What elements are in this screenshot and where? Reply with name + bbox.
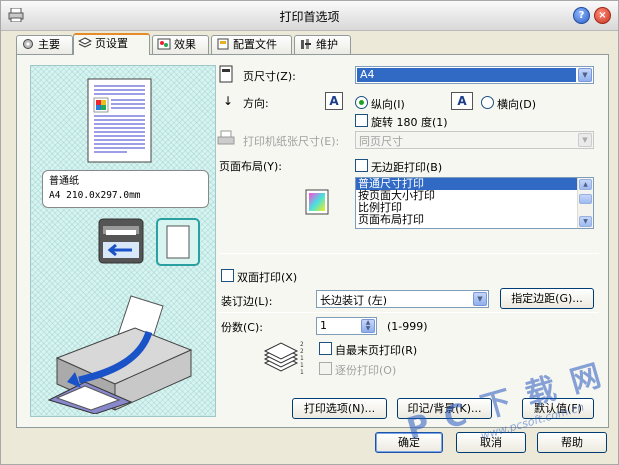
copies-stepper[interactable]: 1 ▲ ▼ <box>316 317 377 335</box>
tab-page-setup[interactable]: 页设置 <box>73 33 150 55</box>
paper-orientation-icon <box>156 218 200 266</box>
page-preview-icon <box>87 78 152 163</box>
list-scrollbar[interactable]: ▲ ▼ <box>577 178 593 228</box>
scroll-down-icon[interactable]: ▼ <box>579 216 592 227</box>
effects-icon <box>157 38 171 50</box>
help-title-button[interactable]: ? <box>573 7 590 24</box>
gear-icon <box>23 39 33 49</box>
printer-paper-size-label: 打印机纸张尺寸(E): <box>243 135 340 148</box>
tab-label: 效果 <box>174 38 196 51</box>
tab-maintenance[interactable]: 维护 <box>294 35 351 54</box>
tab-label: 配置文件 <box>233 38 277 51</box>
page-size-label: 页尺寸(Z): <box>243 70 296 83</box>
page-layout-list[interactable]: 普通尺寸打印 按页面大小打印 比例打印 页面布局打印 ▲ ▼ <box>355 177 594 229</box>
orientation-label: 方向: <box>243 97 269 110</box>
stepper-arrows-icon[interactable]: ▲ ▼ <box>361 319 375 333</box>
profile-icon <box>217 38 229 50</box>
chevron-down-icon[interactable]: ▼ <box>473 292 487 306</box>
printer-illustration-icon <box>47 295 193 414</box>
tab-label: 页设置 <box>95 37 128 50</box>
copies-stack-icon: 22111 <box>263 341 304 375</box>
reverse-order-label: 自最末页打印(R) <box>335 344 418 357</box>
tab-label: 维护 <box>316 38 338 51</box>
printer-paper-size-value: 同页尺寸 <box>359 135 403 148</box>
help-button[interactable]: 帮助 <box>537 432 607 453</box>
paper-feed-icon <box>98 218 144 264</box>
borderless-checkbox[interactable] <box>355 159 368 172</box>
copies-value: 1 <box>320 319 327 332</box>
landscape-radio[interactable] <box>481 96 494 109</box>
print-preferences-window: 打印首选项 ? × 主要 页设置 效果 配置文件 维护 普通纸 A4 210.0… <box>0 0 619 465</box>
chevron-down-icon[interactable]: ▼ <box>578 68 592 82</box>
duplex-label: 双面打印(X) <box>237 271 298 284</box>
list-item[interactable]: 页面布局打印 <box>356 214 593 226</box>
rotate-180-label: 旋转 180 度(1) <box>371 116 448 129</box>
copies-label: 份数(C): <box>221 321 263 334</box>
page-size-value: A4 <box>360 68 375 81</box>
chevron-down-icon: ▼ <box>578 133 592 147</box>
tab-profiles[interactable]: 配置文件 <box>211 35 292 54</box>
scroll-up-icon[interactable]: ▲ <box>579 179 592 190</box>
reverse-order-checkbox[interactable] <box>319 342 332 355</box>
paper-type: 普通纸 <box>49 176 79 187</box>
layers-icon <box>78 37 92 48</box>
tab-main[interactable]: 主要 <box>16 35 73 54</box>
tab-effects[interactable]: 效果 <box>152 35 209 54</box>
binding-select[interactable]: 长边装订 (左) ▼ <box>316 290 489 308</box>
copies-range: (1-999) <box>387 320 428 333</box>
portrait-label: 纵向(I) <box>371 98 405 111</box>
divider <box>219 253 599 254</box>
portrait-icon: A <box>325 92 343 110</box>
rotate-180-checkbox[interactable] <box>355 114 368 127</box>
collate-label: 逐份打印(O) <box>335 364 397 377</box>
svg-text:2: 2 <box>300 341 304 348</box>
layout-preview-icon <box>305 189 329 215</box>
close-button[interactable]: × <box>594 7 611 24</box>
print-options-button[interactable]: 打印选项(N)... <box>292 398 387 419</box>
portrait-radio[interactable] <box>355 96 368 109</box>
window-title: 打印首选项 <box>279 10 340 24</box>
collate-checkbox[interactable] <box>319 362 332 375</box>
binding-value: 长边装订 (左) <box>320 294 388 307</box>
borderless-label: 无边距打印(B) <box>371 161 443 174</box>
printer-paper-icon <box>217 130 235 145</box>
specify-margin-button[interactable]: 指定边距(G)... <box>500 288 594 309</box>
svg-text:1: 1 <box>300 362 304 369</box>
orientation-arrow-icon: ↓ <box>223 94 234 108</box>
paper-size: A4 210.0x297.0mm <box>49 190 141 201</box>
svg-text:1: 1 <box>300 369 304 375</box>
paper-info-card: 普通纸 A4 210.0x297.0mm <box>42 170 209 208</box>
divider <box>219 312 599 313</box>
page-size-selected: A4 <box>357 68 576 82</box>
page-size-icon <box>219 65 233 83</box>
tab-label: 主要 <box>38 38 60 51</box>
svg-text:2: 2 <box>300 348 304 355</box>
landscape-icon: A <box>451 92 473 110</box>
title-bar: 打印首选项 ? × <box>1 1 618 31</box>
scroll-thumb[interactable] <box>579 194 592 204</box>
printer-paper-size-select[interactable]: 同页尺寸 ▼ <box>355 131 594 149</box>
binding-label: 装订边(L): <box>221 295 273 308</box>
page-layout-label: 页面布局(Y): <box>219 160 283 173</box>
tools-icon <box>301 39 311 49</box>
preview-area: 普通纸 A4 210.0x297.0mm <box>30 65 216 417</box>
landscape-label: 横向(D) <box>497 98 537 111</box>
page-size-select[interactable]: A4 ▼ <box>355 66 594 84</box>
svg-text:1: 1 <box>300 355 304 362</box>
duplex-checkbox[interactable] <box>221 269 234 282</box>
